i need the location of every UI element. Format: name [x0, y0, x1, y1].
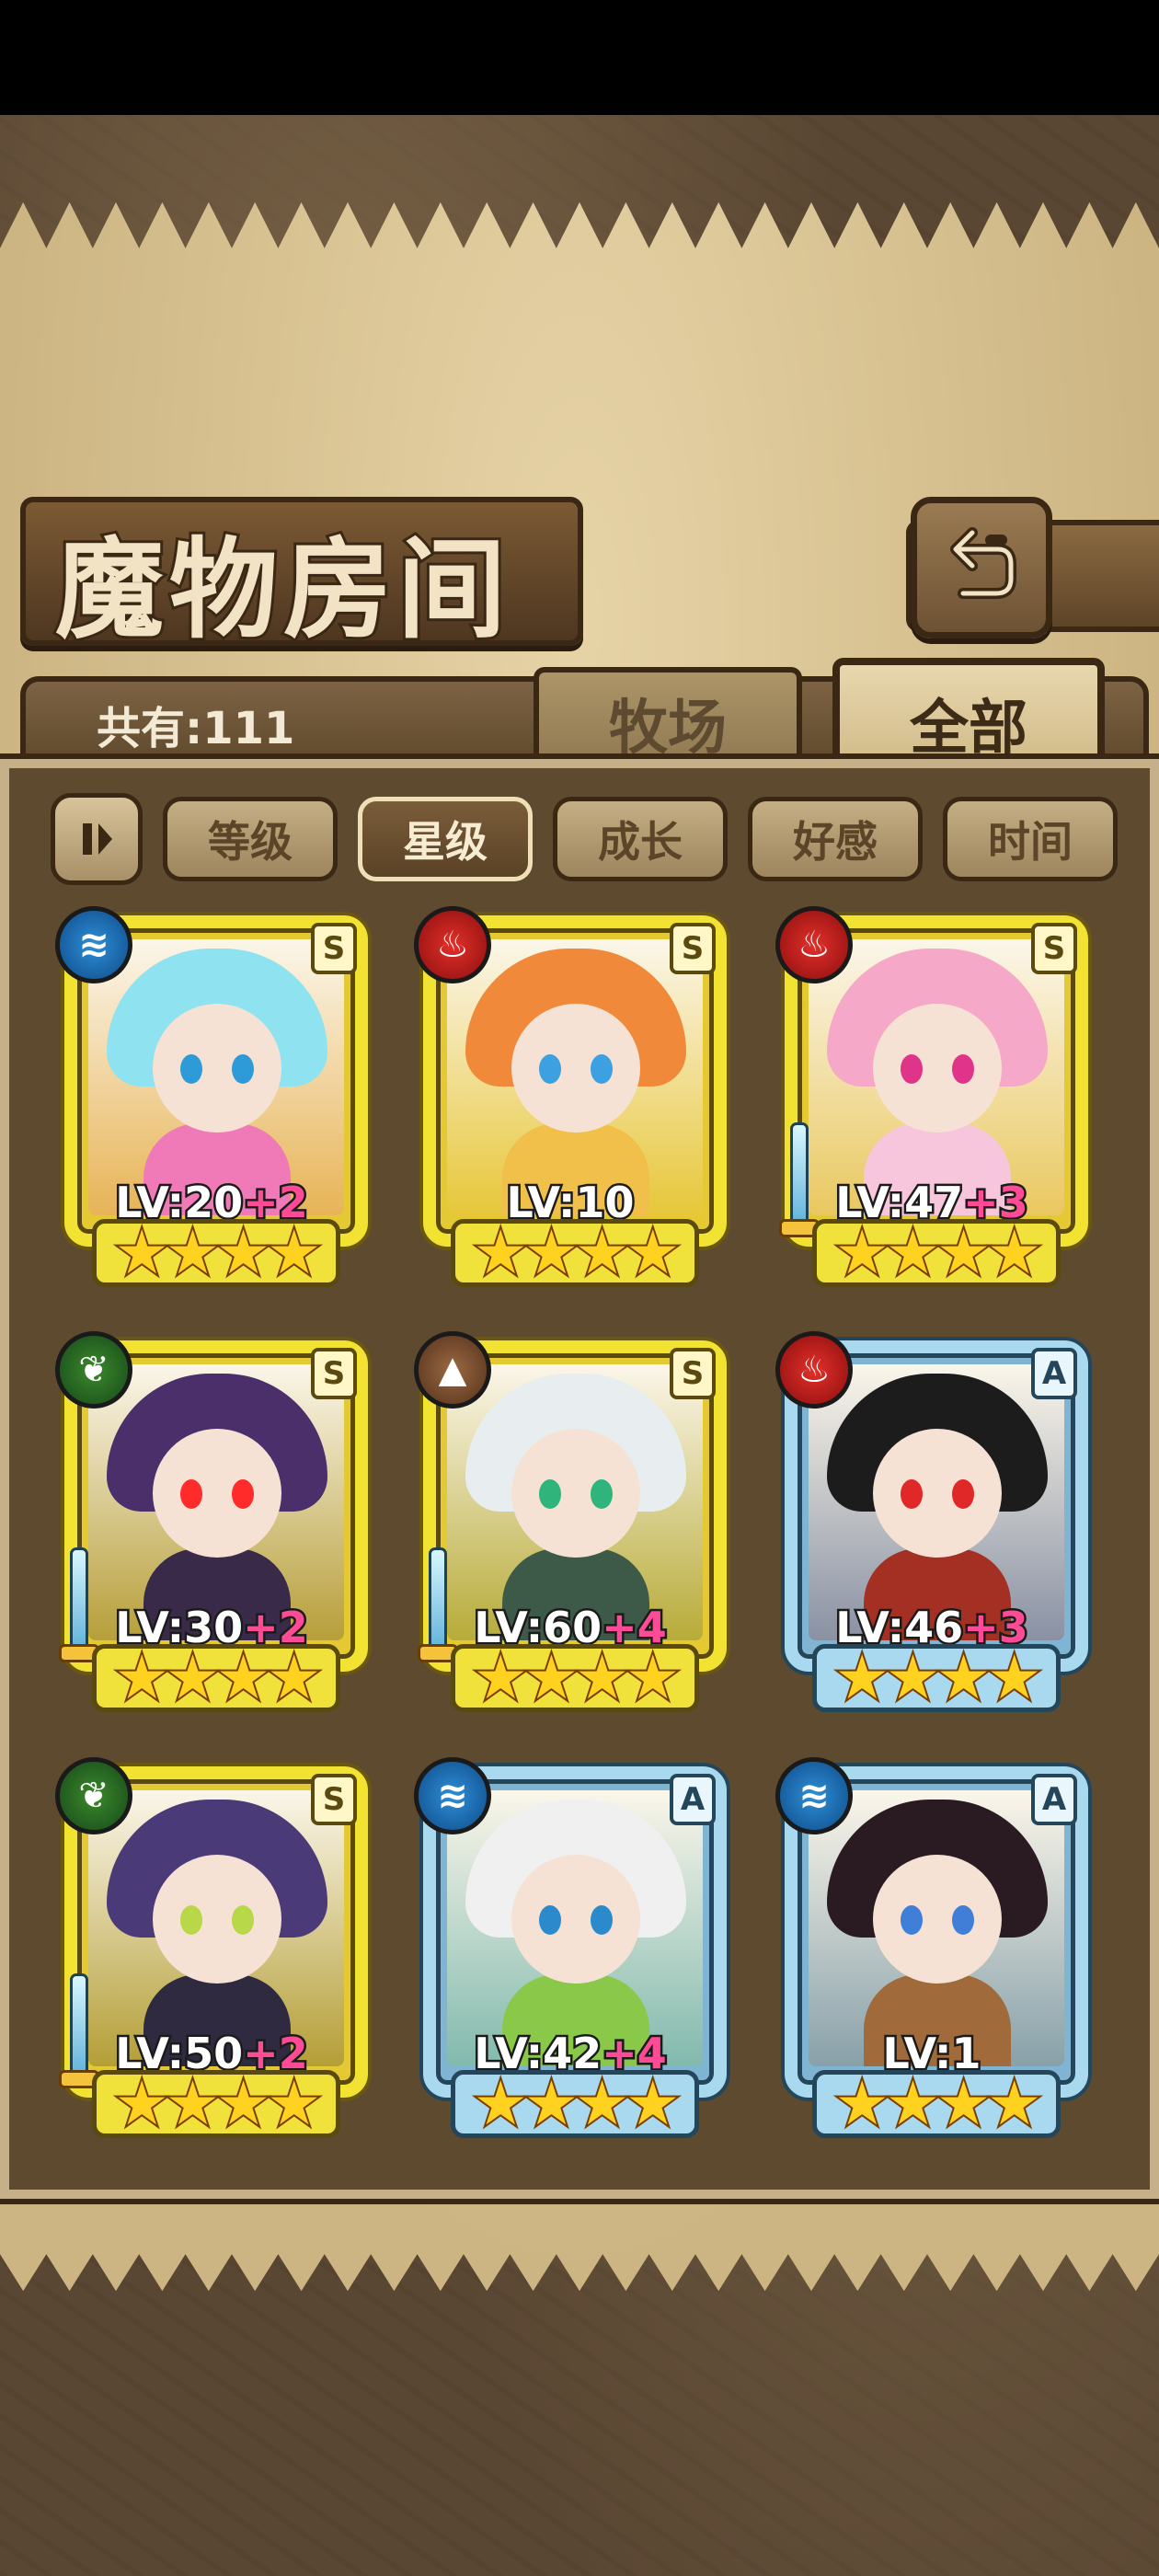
grass-icon: ❦ [55, 1757, 132, 1834]
sort-affection-button[interactable]: 好感 [748, 797, 923, 881]
sort-time-button[interactable]: 时间 [943, 797, 1118, 881]
star-rating: ★★★★ [472, 2066, 683, 2141]
monster-portrait [809, 1790, 1064, 2066]
monster-card[interactable]: ≋ A LV:42+4 ★★★★ [405, 1757, 736, 2153]
monster-portrait [88, 1364, 344, 1640]
tab-ranch[interactable]: 牧场 [534, 667, 802, 774]
star-rating: ★★★★ [472, 1215, 683, 1290]
fire-icon: ♨ [414, 906, 491, 983]
rank-badge: S [670, 1348, 716, 1399]
pause-icon [83, 823, 112, 855]
rank-badge: A [670, 1774, 716, 1825]
monster-portrait [88, 1790, 344, 2066]
rank-badge: A [1031, 1774, 1077, 1825]
return-arrow-icon [950, 527, 1016, 599]
sort-star-button[interactable]: 星级 [358, 797, 533, 881]
fire-icon: ♨ [775, 906, 853, 983]
star-rating: ★★★★ [113, 2066, 324, 2141]
page-title: 魔物房间 [52, 523, 512, 656]
rank-badge: S [1031, 923, 1077, 974]
star-rating: ★★★★ [833, 1640, 1044, 1715]
rank-badge: S [670, 923, 716, 974]
monster-card[interactable]: ♨ A LV:46+3 ★★★★ [766, 1331, 1097, 1727]
rank-badge: S [311, 1774, 357, 1825]
rank-badge: S [311, 1348, 357, 1399]
star-rating: ★★★★ [113, 1215, 324, 1290]
sort-toolbar: 等级 星级 成长 好感 时间 [51, 793, 1118, 885]
monster-portrait [809, 1364, 1064, 1640]
monster-portrait [809, 939, 1064, 1215]
rank-badge: A [1031, 1348, 1077, 1399]
star-rating: ★★★★ [833, 1215, 1044, 1290]
grass-icon: ❦ [55, 1331, 132, 1409]
star-rating: ★★★★ [833, 2066, 1044, 2141]
monster-portrait [447, 1364, 703, 1640]
back-button[interactable] [911, 497, 1052, 638]
monster-card[interactable]: ≋ S LV:20+2 ★★★★ [46, 906, 377, 1302]
sort-level-button[interactable]: 等级 [163, 797, 338, 881]
monster-count: 共有:111 [97, 703, 295, 754]
rank-badge: S [311, 923, 357, 974]
fire-icon: ♨ [775, 1331, 853, 1409]
monster-card[interactable]: ▲ S LV:60+4 ★★★★ [405, 1331, 736, 1727]
monster-card[interactable]: ♨ S LV:47+3 ★★★★ [766, 906, 1097, 1302]
sort-order-toggle-button[interactable] [51, 793, 143, 885]
star-rating: ★★★★ [472, 1640, 683, 1715]
monster-card[interactable]: ❦ S LV:50+2 ★★★★ [46, 1757, 377, 2153]
water-icon: ≋ [414, 1757, 491, 1834]
star-rating: ★★★★ [113, 1640, 324, 1715]
monster-card[interactable]: ≋ A LV:1 ★★★★ [766, 1757, 1097, 2153]
monster-portrait [447, 939, 703, 1215]
monster-portrait [447, 1790, 703, 2066]
sort-growth-button[interactable]: 成长 [553, 797, 728, 881]
monster-portrait [88, 939, 344, 1215]
monster-card[interactable]: ♨ S LV:10 ★★★★ [405, 906, 736, 1302]
water-icon: ≋ [55, 906, 132, 983]
monster-card[interactable]: ❦ S LV:30+2 ★★★★ [46, 1331, 377, 1727]
water-icon: ≋ [775, 1757, 853, 1834]
earth-icon: ▲ [414, 1331, 491, 1409]
